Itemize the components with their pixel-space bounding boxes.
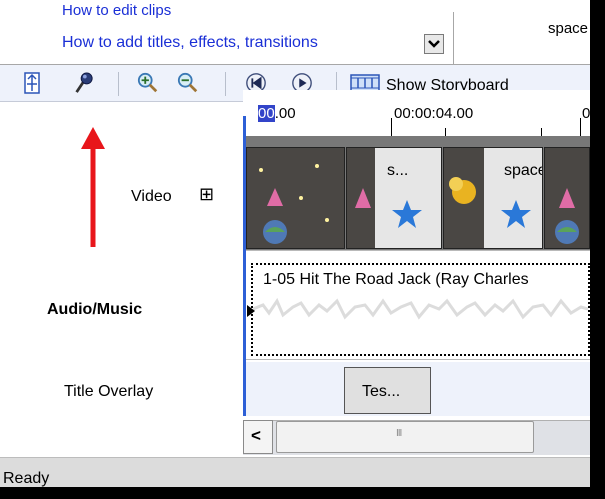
ruler-time-highlight: 00 [258, 105, 275, 122]
annotation-arrow-icon [81, 127, 105, 247]
microphone-icon[interactable] [72, 72, 94, 94]
zoom-in-icon[interactable] [136, 72, 160, 94]
ruler-time-next: 0 [582, 105, 590, 122]
scroll-thumb[interactable] [276, 421, 534, 453]
title-overlay-track-label: Title Overlay [64, 383, 154, 400]
toolbar-separator [118, 72, 119, 96]
video-clip-label: s... [387, 162, 409, 179]
video-track-label: Video [131, 188, 172, 205]
pane-divider [453, 12, 454, 64]
status-text: Ready [3, 470, 50, 487]
ruler-time-rest: .00 [274, 105, 296, 122]
ruler-tick [580, 118, 581, 136]
video-clip[interactable]: s... [346, 147, 442, 249]
clip-thumbnail [247, 148, 344, 248]
video-expand-button[interactable]: ⊞ [199, 184, 214, 205]
scroll-thumb-grip: III [396, 428, 402, 439]
task-link-titles-effects[interactable]: How to add titles, effects, transitions [62, 34, 318, 52]
audio-track-label: Audio/Music [47, 301, 143, 318]
scroll-left-glyph: < [251, 426, 261, 445]
collection-label: space [548, 20, 589, 37]
video-clip-label: space 007 [504, 162, 543, 179]
ruler-tick [541, 128, 542, 136]
video-clip[interactable] [246, 147, 345, 249]
video-clip[interactable] [544, 147, 590, 249]
ruler-time-4s: 00:00:04.00 [394, 105, 474, 122]
ruler-tick [445, 128, 446, 136]
ruler-time-start: 00.00 [258, 105, 296, 122]
playhead[interactable] [243, 116, 246, 416]
toolbar-separator [225, 72, 226, 96]
storyboard-view-icon[interactable] [24, 72, 40, 94]
task-link-edit-clips[interactable]: How to edit clips [62, 2, 171, 19]
audio-start-marker [247, 305, 255, 317]
audio-clip-label: 1-05 Hit The Road Jack (Ray Charles [263, 271, 529, 288]
status-bar [0, 457, 590, 487]
tasks-dropdown-button[interactable] [424, 34, 444, 54]
window-frame: How to edit clips How to add titles, eff… [0, 0, 605, 499]
tasks-pane: How to edit clips How to add titles, eff… [0, 2, 590, 65]
zoom-out-icon[interactable] [176, 72, 200, 94]
movie-maker-window: How to edit clips How to add titles, eff… [0, 0, 590, 487]
title-overlay-clip-label: Tes... [362, 383, 401, 400]
chevron-down-icon [428, 40, 440, 48]
video-clip[interactable]: space 007 [443, 147, 543, 249]
clip-thumbnail [545, 148, 589, 248]
scroll-left-button[interactable]: < [243, 420, 273, 454]
ruler-tick [391, 118, 392, 136]
